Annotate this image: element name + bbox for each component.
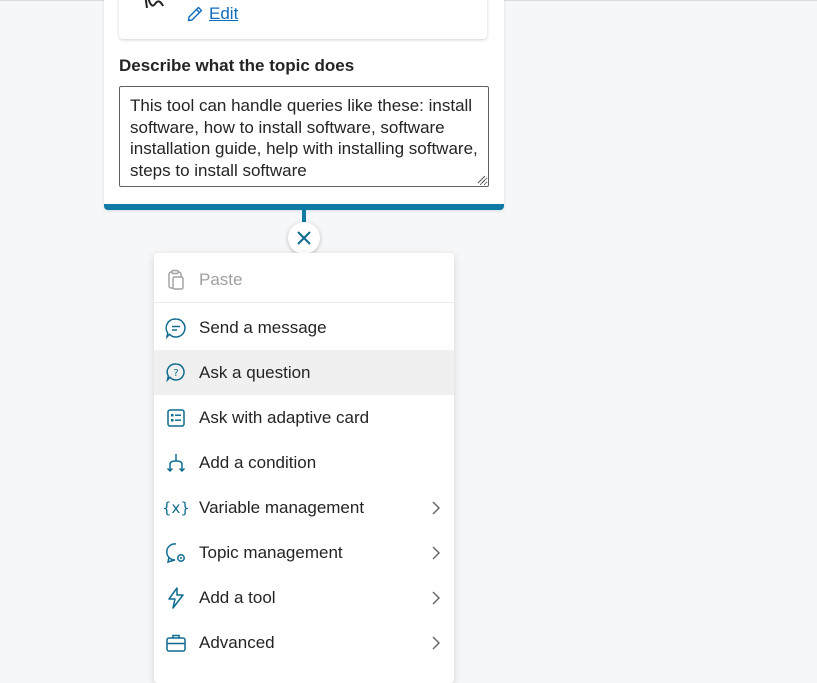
adaptive-card-icon — [167, 408, 185, 427]
menu-item-topic-management[interactable]: Topic management — [154, 530, 454, 575]
branch-icon — [166, 453, 186, 472]
svg-text:{x}: {x} — [164, 499, 188, 517]
menu-item-add-condition[interactable]: Add a condition — [154, 440, 454, 485]
close-add-node-button[interactable] — [288, 222, 320, 254]
chevron-right-icon — [432, 501, 440, 514]
edit-label: Edit — [209, 4, 239, 23]
chevron-right-icon — [432, 591, 440, 604]
menu-item-paste[interactable]: Paste — [154, 257, 454, 302]
menu-item-label: Add a tool — [199, 587, 276, 607]
menu-item-label: Variable management — [199, 497, 365, 517]
menu-item-label: Advanced — [199, 632, 275, 652]
add-node-menu: Paste Send a message ? Ask a question As… — [154, 253, 454, 683]
pencil-icon — [187, 6, 203, 22]
menu-item-ask-question[interactable]: ? Ask a question — [154, 350, 454, 395]
menu-item-adaptive-card[interactable]: Ask with adaptive card — [154, 395, 454, 440]
chat-bubble-icon — [165, 317, 186, 339]
edit-link[interactable]: Edit — [185, 4, 238, 24]
lightning-icon — [168, 586, 184, 609]
variable-icon: {x} — [164, 499, 188, 517]
svg-text:?: ? — [173, 368, 178, 379]
chevron-right-icon — [432, 636, 440, 649]
menu-item-label: Send a message — [199, 317, 327, 337]
menu-item-label: Topic management — [199, 542, 343, 562]
menu-item-advanced[interactable]: Advanced — [154, 620, 454, 665]
close-icon — [297, 231, 311, 245]
trigger-phrase-card: Edit — [119, 0, 487, 39]
clipboard-icon — [168, 269, 184, 290]
topic-description-textarea[interactable]: This tool can handle queries like these:… — [119, 86, 489, 187]
briefcase-icon — [166, 634, 186, 652]
paste-label: Paste — [199, 269, 243, 289]
chevron-right-icon — [432, 546, 440, 559]
menu-item-label: Add a condition — [199, 452, 317, 472]
topic-gear-icon — [166, 542, 185, 563]
menu-item-label: Ask with adaptive card — [199, 407, 370, 427]
topic-description-text: This tool can handle queries like these:… — [130, 96, 478, 180]
resize-grip-icon[interactable] — [476, 174, 486, 184]
describe-label: Describe what the topic does — [119, 56, 355, 75]
menu-item-add-tool[interactable]: Add a tool — [154, 575, 454, 620]
trigger-node-card: Edit Describe what the topic does This t… — [104, 0, 504, 210]
menu-item-label: Ask a question — [199, 362, 311, 382]
question-bubble-icon: ? — [166, 362, 185, 382]
menu-item-variable-management[interactable]: {x} Variable management — [154, 485, 454, 530]
menu-item-send-message[interactable]: Send a message — [154, 305, 454, 350]
trigger-glyph-icon — [144, 0, 164, 9]
menu-divider — [154, 302, 454, 303]
